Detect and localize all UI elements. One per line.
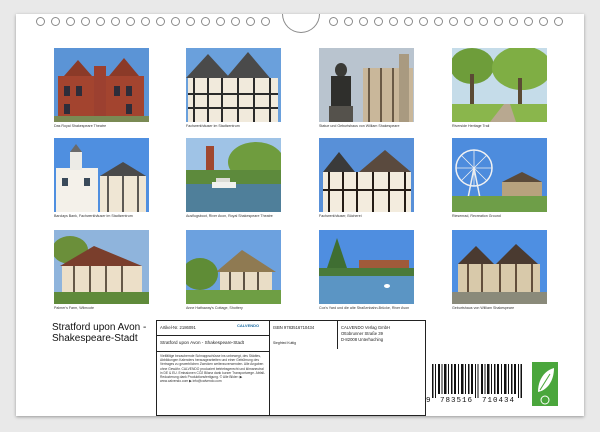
photo-caption: Riesenrad, Recreation Ground: [452, 214, 501, 218]
photo-royal-shakespeare-theatre: [54, 48, 149, 122]
photo-shakespeare-birthplace: [452, 230, 547, 304]
photo-caption: Fachwerkhäuser im Stadtzentrum: [186, 124, 240, 128]
binding-ring: [329, 17, 338, 26]
binding-ring: [96, 17, 105, 26]
eco-badge: [532, 362, 558, 406]
binding-ring: [111, 17, 120, 26]
photo-palmers-farm: [54, 230, 149, 304]
binding-ring: [359, 17, 368, 26]
binding-ring: [141, 17, 150, 26]
photo-ferris-wheel: [452, 138, 547, 212]
barcode-digit-prefix: 9: [426, 397, 431, 405]
photo-riverside-trail: [452, 48, 547, 122]
photo-caption: Cox's Yard und die alte Straßenbahn-Brüc…: [319, 306, 410, 310]
product-subtitle: Stratford upon Avon - Shakespeare-Stadt: [160, 340, 244, 345]
photo-caption: Fachwerkhäuser, Bücherei: [319, 214, 362, 218]
binding-ring: [171, 17, 180, 26]
publisher-line: CALVENDO Verlag GmbH: [341, 325, 391, 330]
binding-ring: [246, 17, 255, 26]
author: Siegfried Kuttig: [273, 341, 296, 345]
binding-ring: [216, 17, 225, 26]
binding-ring: [464, 17, 473, 26]
photo-caption: Statue und Geburtshaus von William Shake…: [319, 124, 400, 128]
calendar-hanger: [282, 14, 320, 33]
photo-anne-hathaway-cottage: [186, 230, 281, 304]
binding-ring: [81, 17, 90, 26]
barcode: 9 783516 710434: [426, 364, 530, 408]
binding-ring: [344, 17, 353, 26]
binding-ring: [374, 17, 383, 26]
divider: [269, 321, 270, 415]
photo-caption: Anne Hathaway's Cottage, Shottery: [186, 306, 243, 310]
photo-caption: Palmer's Farm, Wilmcote: [54, 306, 95, 310]
binding-ring: [509, 17, 518, 26]
photo-caption: Barclays Bank, Fachwerkhäuser im Stadtze…: [54, 214, 133, 218]
leaf-icon: [532, 362, 558, 406]
barcode-digits-right: 710434: [482, 397, 516, 405]
divider: [157, 335, 269, 336]
binding-ring: [231, 17, 240, 26]
spiral-binding: [16, 14, 584, 33]
product-description: Vielfältige bezaubernde Schnappschüsse i…: [160, 354, 265, 384]
binding-ring: [36, 17, 45, 26]
binding-ring: [434, 17, 443, 26]
binding-ring: [539, 17, 548, 26]
article-number: Artikel-Nr. 2186091: [160, 325, 196, 330]
binding-ring: [389, 17, 398, 26]
photo-caption: Geburtshaus von William Shakespeare: [452, 306, 515, 310]
binding-ring: [186, 17, 195, 26]
photo-caption: Riverside Heritage Trail: [452, 124, 490, 128]
binding-ring: [554, 17, 563, 26]
binding-ring: [494, 17, 503, 26]
binding-ring: [51, 17, 60, 26]
calendar-title: Stratford upon Avon - Shakespeare-Stadt: [52, 322, 147, 344]
divider: [157, 351, 269, 352]
photo-shakespeare-statue: [319, 48, 414, 122]
binding-ring: [201, 17, 210, 26]
isbn: ISBN 9783516710434: [273, 325, 315, 330]
publisher-line: D-82008 Unterhaching: [341, 337, 384, 342]
binding-ring: [66, 17, 75, 26]
binding-ring: [261, 17, 270, 26]
publisher-line: Ottobrunner Straße 39: [341, 331, 383, 336]
binding-ring: [156, 17, 165, 26]
barcode-bars: [432, 364, 522, 398]
calvendo-logo: CALVENDO: [237, 323, 260, 328]
photo-river-boat: [186, 138, 281, 212]
photo-timber-houses: [186, 48, 281, 122]
photo-caption: Ausflugsboot, River Avon, Royal Shakespe…: [186, 214, 273, 218]
binding-ring: [449, 17, 458, 26]
photo-library: [319, 138, 414, 212]
binding-ring: [404, 17, 413, 26]
binding-ring: [126, 17, 135, 26]
product-info-box: Artikel-Nr. 2186091 CALVENDO Stratford u…: [156, 320, 426, 416]
photo-barclays-bank: [54, 138, 149, 212]
photo-coxs-yard: [319, 230, 414, 304]
binding-ring: [524, 17, 533, 26]
binding-ring: [419, 17, 428, 26]
calendar-back-page: Das Royal Shakespeare Theatre Fachwerkhä…: [16, 14, 584, 416]
barcode-digits-left: 783516: [440, 397, 474, 405]
binding-ring: [479, 17, 488, 26]
photo-caption: Das Royal Shakespeare Theatre: [54, 124, 107, 128]
divider: [337, 321, 338, 349]
